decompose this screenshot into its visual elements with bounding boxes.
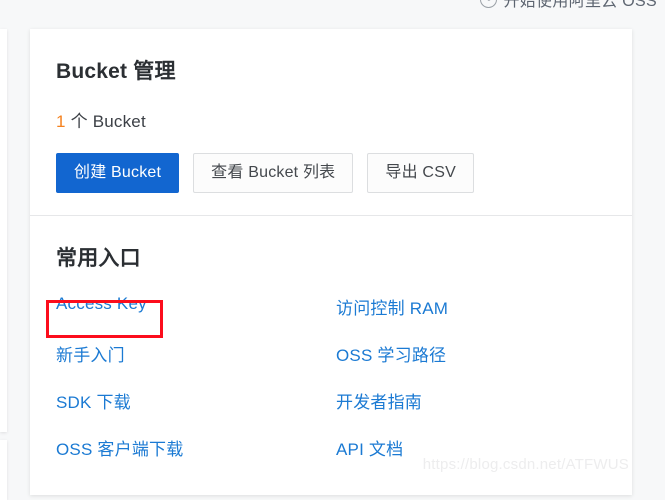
common-entries-grid: Access Key 访问控制 RAM 新手入门 OSS 学习路径 SDK 下载… bbox=[56, 294, 606, 460]
link-ram[interactable]: 访问控制 RAM bbox=[336, 294, 448, 319]
page-header-strip: i 开始使用阿里云 OSS bbox=[0, 0, 665, 22]
link-access-key[interactable]: Access Key bbox=[56, 294, 147, 319]
bucket-management-section: Bucket 管理 1 个 Bucket 创建 Bucket 查看 Bucket… bbox=[30, 29, 632, 215]
entry-cell: 新手入门 bbox=[56, 341, 336, 366]
adjacent-card-sliver-top bbox=[0, 29, 7, 432]
export-csv-button[interactable]: 导出 CSV bbox=[367, 153, 474, 193]
bucket-count-suffix: 个 Bucket bbox=[70, 112, 146, 131]
link-getting-started[interactable]: 新手入门 bbox=[56, 341, 125, 366]
link-oss-learning-path[interactable]: OSS 学习路径 bbox=[336, 341, 446, 366]
overview-card: Bucket 管理 1 个 Bucket 创建 Bucket 查看 Bucket… bbox=[30, 29, 632, 495]
adjacent-card-sliver-bottom bbox=[0, 440, 7, 500]
common-entries-section: 常用入口 Access Key 访问控制 RAM 新手入门 OSS 学习路径 S… bbox=[30, 216, 632, 460]
entry-cell: Access Key bbox=[56, 294, 336, 319]
bucket-count: 1 个 Bucket bbox=[56, 107, 606, 132]
create-bucket-button[interactable]: 创建 Bucket bbox=[56, 153, 180, 193]
view-bucket-list-button[interactable]: 查看 Bucket 列表 bbox=[193, 153, 354, 193]
link-sdk-download[interactable]: SDK 下载 bbox=[56, 388, 131, 413]
entry-cell: 开发者指南 bbox=[336, 388, 606, 413]
link-developer-guide[interactable]: 开发者指南 bbox=[336, 388, 422, 413]
entry-cell: 访问控制 RAM bbox=[336, 294, 606, 319]
bucket-count-number: 1 bbox=[56, 112, 66, 131]
entry-cell: OSS 学习路径 bbox=[336, 341, 606, 366]
common-entries-title: 常用入口 bbox=[56, 247, 141, 270]
info-circle-icon: i bbox=[480, 0, 498, 8]
entry-cell: SDK 下载 bbox=[56, 388, 336, 413]
link-api-docs[interactable]: API 文档 bbox=[336, 435, 403, 460]
bucket-action-buttons: 创建 Bucket 查看 Bucket 列表 导出 CSV bbox=[56, 153, 606, 193]
bucket-management-title: Bucket 管理 bbox=[56, 60, 176, 83]
watermark: https://blog.csdn.net/ATFWUS bbox=[422, 456, 629, 473]
entry-cell: OSS 客户端下载 bbox=[56, 435, 336, 460]
getting-started-label: 开始使用阿里云 OSS bbox=[503, 0, 657, 10]
link-oss-client-download[interactable]: OSS 客户端下载 bbox=[56, 435, 183, 460]
